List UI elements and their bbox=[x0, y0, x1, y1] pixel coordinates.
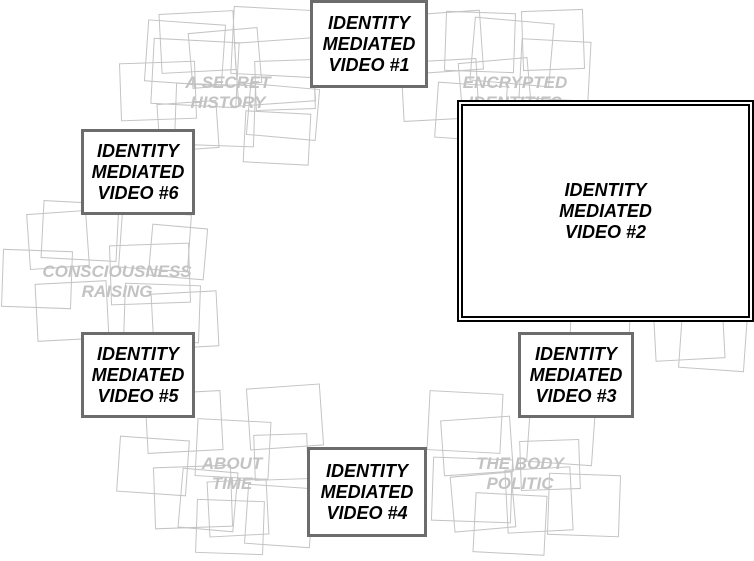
video-box-3-label: IDENTITY MEDIATED VIDEO #3 bbox=[529, 343, 623, 406]
video-box-4[interactable]: IDENTITY MEDIATED VIDEO #4 bbox=[307, 447, 427, 537]
cluster-label-secret-history: A SECRET HISTORY bbox=[185, 73, 271, 112]
video-box-2-label: IDENTITY MEDIATED VIDEO #2 bbox=[559, 179, 652, 242]
video-box-1-label: IDENTITY MEDIATED VIDEO #1 bbox=[322, 12, 416, 75]
video-box-2[interactable]: IDENTITY MEDIATED VIDEO #2 bbox=[457, 100, 754, 322]
video-box-6-label: IDENTITY MEDIATED VIDEO #6 bbox=[91, 140, 185, 203]
cluster-label-body-politic: THE BODY POLITIC bbox=[476, 454, 564, 493]
cluster-label-about-time: ABOUT TIME bbox=[201, 454, 263, 493]
video-box-5[interactable]: IDENTITY MEDIATED VIDEO #5 bbox=[81, 332, 195, 418]
video-box-3[interactable]: IDENTITY MEDIATED VIDEO #3 bbox=[518, 332, 634, 418]
video-box-1[interactable]: IDENTITY MEDIATED VIDEO #1 bbox=[310, 0, 428, 88]
ghost-thumbnail-frame bbox=[242, 110, 312, 166]
video-box-4-label: IDENTITY MEDIATED VIDEO #4 bbox=[320, 460, 414, 523]
identity-map: A SECRET HISTORY ENCRYPTED IDENTITIES CO… bbox=[0, 0, 754, 561]
cluster-label-consciousness-raising: CONSCIOUSNESS RAISING bbox=[42, 262, 192, 301]
video-box-5-label: IDENTITY MEDIATED VIDEO #5 bbox=[91, 343, 185, 406]
video-box-6[interactable]: IDENTITY MEDIATED VIDEO #6 bbox=[81, 129, 195, 215]
